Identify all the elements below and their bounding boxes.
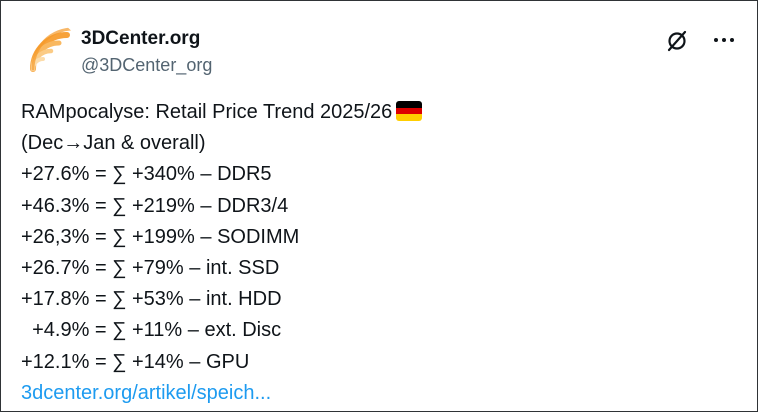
article-link[interactable]: 3dcenter.org/artikel/speich... [21,382,271,404]
3dcenter-logo-icon [19,21,79,81]
price-line-int-ssd: +26.7% = ∑ +79% – int. SSD [21,257,280,280]
price-line-ext-disc: +4.9% = ∑ +11% – ext. Disc [21,319,282,342]
display-name[interactable]: 3DCenter.org [81,27,212,51]
account-handle[interactable]: @3DCenter_org [81,53,212,77]
avatar[interactable] [19,21,79,81]
germany-flag-icon [396,101,423,121]
grok-icon[interactable] [665,29,689,53]
price-line-ddr5: +27.6% = ∑ +340% – DDR5 [21,163,272,186]
more-horizontal-icon[interactable] [711,27,737,53]
post-body: RAMpocalyse: Retail Price Trend 2025/26 … [21,97,737,409]
post-title: RAMpocalyse: Retail Price Trend 2025/26 [21,101,393,123]
price-line-ddr34: +46.3% = ∑ +219% – DDR3/4 [21,194,289,217]
post-card: 3DCenter.org @3DCenter_org RAMpocalyse: … [0,0,758,412]
price-line-int-hdd: +17.8% = ∑ +53% – int. HDD [21,288,282,311]
post-subtitle: (Dec→Jan & overall) [21,132,206,155]
post-header: 3DCenter.org @3DCenter_org [19,21,739,83]
post-title-line: RAMpocalyse: Retail Price Trend 2025/26 [21,97,737,128]
account-names: 3DCenter.org @3DCenter_org [81,27,212,77]
price-line-gpu: +12.1% = ∑ +14% – GPU [21,350,250,373]
price-line-sodimm: +26,3% = ∑ +199% – SODIMM [21,225,300,248]
